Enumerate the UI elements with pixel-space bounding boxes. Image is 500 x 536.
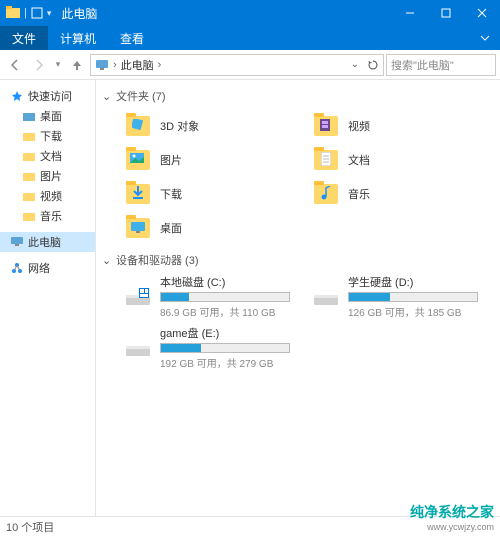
qat-dropdown-icon[interactable]: ▾ — [47, 8, 52, 19]
ribbon-tabs: 文件 计算机 查看 — [0, 26, 500, 50]
pc-icon — [10, 235, 24, 249]
drive-icon — [124, 336, 152, 360]
maximize-button[interactable] — [428, 0, 464, 26]
sidebar-item-music[interactable]: 音乐 — [0, 206, 95, 226]
folder-icon — [22, 109, 36, 123]
up-button[interactable] — [66, 54, 88, 76]
folder-icon — [22, 169, 36, 183]
divider-icon: | — [24, 7, 27, 19]
drive-e[interactable]: game盘 (E:) 192 GB 可用，共 279 GB — [124, 325, 308, 370]
capacity-bar — [160, 292, 290, 302]
sidebar-network[interactable]: 网络 — [0, 258, 95, 278]
folder-videos[interactable]: 视频 — [312, 110, 496, 142]
folder-icon — [22, 209, 36, 223]
chevron-down-icon: ⌄ — [102, 254, 112, 267]
pc-icon — [95, 59, 109, 71]
drives-group-header[interactable]: ⌄ 设备和驱动器 (3) — [102, 252, 496, 268]
forward-button[interactable] — [28, 54, 50, 76]
chevron-right-icon[interactable]: › — [158, 59, 162, 71]
breadcrumb-current[interactable]: 此电脑 — [121, 57, 154, 73]
folder-icon — [22, 149, 36, 163]
network-icon — [10, 261, 24, 275]
item-count: 10 个项目 — [6, 519, 54, 535]
qat-icon[interactable] — [31, 7, 43, 19]
file-tab[interactable]: 文件 — [0, 26, 48, 50]
folder-3d-objects[interactable]: 3D 对象 — [124, 110, 308, 142]
minimize-button[interactable] — [392, 0, 428, 26]
sidebar-item-downloads[interactable]: 下载 — [0, 126, 95, 146]
folder-icon — [22, 189, 36, 203]
sidebar-item-documents[interactable]: 文档 — [0, 146, 95, 166]
drive-c[interactable]: 本地磁盘 (C:) 86.9 GB 可用，共 110 GB — [124, 274, 308, 319]
close-button[interactable] — [464, 0, 500, 26]
folder-downloads[interactable]: 下载 — [124, 178, 308, 210]
sidebar-item-desktop[interactable]: 桌面 — [0, 106, 95, 126]
refresh-icon[interactable] — [367, 59, 379, 71]
sidebar-item-videos[interactable]: 视频 — [0, 186, 95, 206]
explorer-icon — [6, 6, 20, 20]
view-tab[interactable]: 查看 — [108, 26, 156, 50]
address-bar: ▾ › 此电脑 › ⌄ 搜索"此电脑" — [0, 50, 500, 80]
capacity-bar — [160, 343, 290, 353]
sidebar-item-pictures[interactable]: 图片 — [0, 166, 95, 186]
drive-d[interactable]: 学生硬盘 (D:) 126 GB 可用，共 185 GB — [312, 274, 496, 319]
chevron-right-icon[interactable]: › — [113, 59, 117, 71]
folder-documents[interactable]: 文档 — [312, 144, 496, 176]
capacity-bar — [348, 292, 478, 302]
sidebar-quick-access[interactable]: 快速访问 — [0, 86, 95, 106]
folder-icon — [22, 129, 36, 143]
star-icon — [10, 89, 24, 103]
recent-button[interactable]: ▾ — [52, 54, 64, 76]
dropdown-icon[interactable]: ⌄ — [351, 59, 359, 70]
watermark: 纯净系统之家 www.ycwjzy.com — [410, 502, 494, 532]
computer-tab[interactable]: 计算机 — [48, 26, 108, 50]
folders-group-header[interactable]: ⌄ 文件夹 (7) — [102, 88, 496, 104]
sidebar-this-pc[interactable]: 此电脑 — [0, 232, 95, 252]
breadcrumb-bar[interactable]: › 此电脑 › ⌄ — [90, 54, 384, 76]
window-title: 此电脑 — [61, 5, 97, 22]
drive-icon — [124, 285, 152, 309]
navigation-pane: 快速访问 桌面 下载 文档 图片 视频 音乐 此电脑 网络 — [0, 80, 96, 516]
folder-desktop[interactable]: 桌面 — [124, 212, 308, 244]
content-pane: ⌄ 文件夹 (7) 3D 对象 视频 图片 文档 下载 音乐 桌面 ⌄ 设备和驱… — [96, 80, 500, 516]
folder-pictures[interactable]: 图片 — [124, 144, 308, 176]
titlebar: | ▾ 此电脑 — [0, 0, 500, 26]
search-input[interactable]: 搜索"此电脑" — [386, 54, 496, 76]
folder-music[interactable]: 音乐 — [312, 178, 496, 210]
chevron-down-icon: ⌄ — [102, 90, 112, 103]
drive-icon — [312, 285, 340, 309]
ribbon-expand-button[interactable] — [470, 26, 500, 50]
back-button[interactable] — [4, 54, 26, 76]
